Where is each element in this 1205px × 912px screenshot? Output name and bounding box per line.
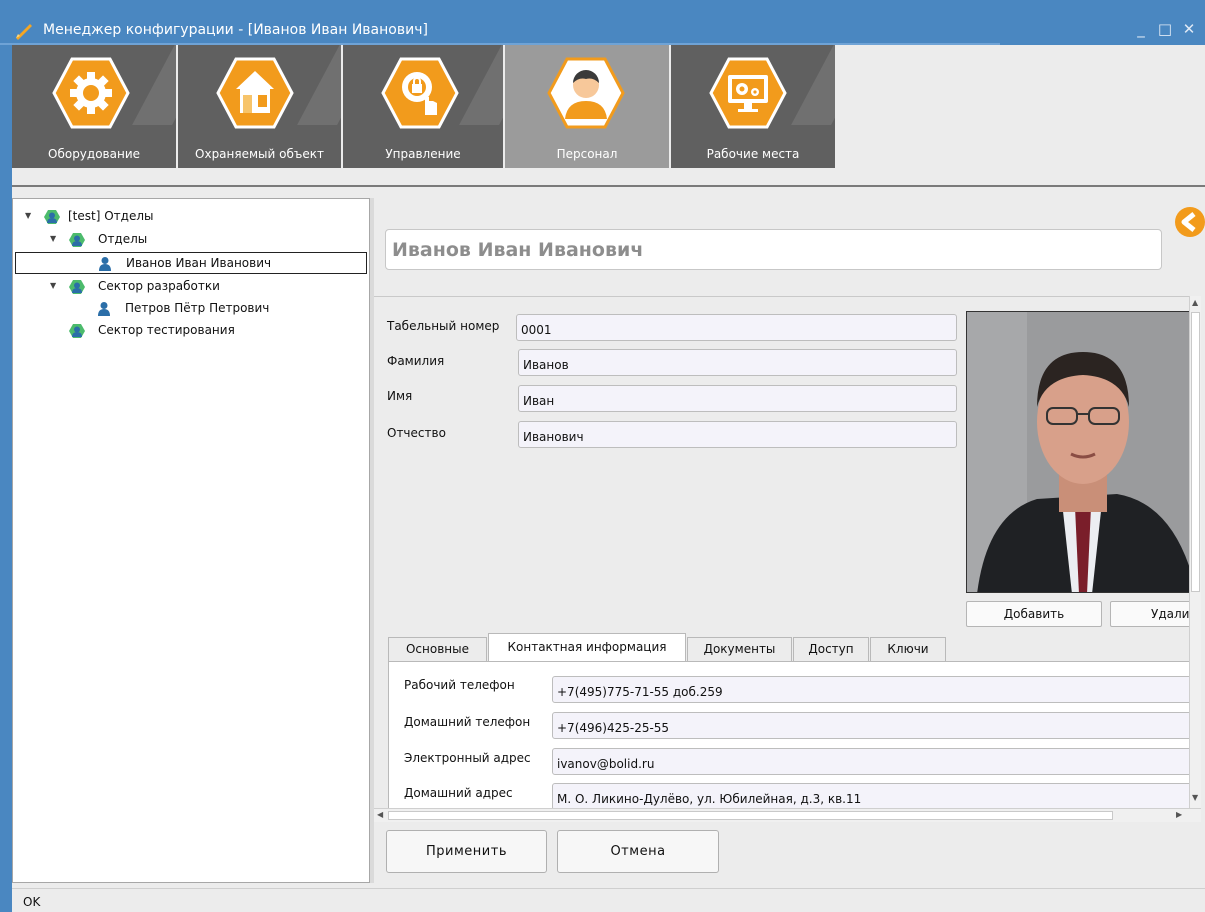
delete-photo-button[interactable]: Удали — [1110, 601, 1189, 627]
group-icon — [69, 280, 85, 294]
collapse-arrow-icon[interactable]: ▼ — [25, 205, 37, 227]
surname-label: Фамилия — [387, 354, 445, 368]
toolbar-management-label: Управление — [385, 147, 461, 161]
home-phone-label: Домашний телефон — [404, 715, 531, 729]
work-phone-label: Рабочий телефон — [404, 678, 515, 692]
tree-item-label: Сектор тестирования — [98, 323, 235, 337]
home-address-label: Домашний адрес — [404, 786, 513, 800]
home-address-input[interactable]: М. О. Ликино-Дулёво, ул. Юбилейная, д.3,… — [552, 783, 1189, 808]
employee-form: Табельный номер 0001 Фамилия Иванов Имя … — [374, 296, 1189, 808]
tab-access[interactable]: Доступ — [793, 637, 869, 661]
person-icon — [99, 257, 111, 271]
tab-number-label: Табельный номер — [387, 319, 500, 333]
scroll-right-arrow-icon[interactable]: ▶ — [1176, 810, 1182, 819]
toolbar-equipment-button[interactable]: Оборудование — [12, 45, 176, 168]
gear-icon — [52, 57, 130, 129]
email-label: Электронный адрес — [404, 751, 531, 765]
vertical-scroll-thumb[interactable] — [1191, 312, 1200, 592]
department-tree[interactable]: ▼ [test] Отделы ▼ Отделы Иванов Иван Ива… — [12, 198, 370, 883]
home-phone-input[interactable]: +7(496)425-25-55 — [552, 712, 1189, 739]
tree-item-ivanov[interactable]: Иванов Иван Иванович — [15, 252, 367, 274]
toolbar-management-button[interactable]: Управление — [343, 45, 503, 168]
email-input[interactable]: ivanov@bolid.ru — [552, 748, 1189, 775]
collapse-arrow-icon[interactable]: ▼ — [50, 275, 62, 297]
main-window: Менеджер конфигурации - [Иванов Иван Ива… — [0, 0, 1205, 912]
tab-keys[interactable]: Ключи — [870, 637, 946, 661]
house-icon — [216, 57, 294, 129]
tab-main[interactable]: Основные — [388, 637, 487, 661]
horizontal-scroll-thumb[interactable] — [388, 811, 1113, 820]
status-text: OK — [23, 895, 41, 909]
tab-number-input[interactable]: 0001 — [516, 314, 957, 341]
scroll-down-arrow-icon[interactable]: ▼ — [1192, 793, 1198, 802]
tree-item-label: Иванов Иван Иванович — [126, 256, 272, 270]
apply-button[interactable]: Применить — [386, 830, 547, 873]
first-name-label: Имя — [387, 389, 413, 403]
toolbar-equipment-label: Оборудование — [48, 147, 140, 161]
employee-name-header: Иванов Иван Иванович — [385, 229, 1162, 270]
tree-item-dev-sector[interactable]: ▼ Сектор разработки — [13, 275, 353, 297]
work-phone-input[interactable]: +7(495)775-71-55 доб.259 — [552, 676, 1189, 703]
first-name-input[interactable]: Иван — [518, 385, 957, 412]
status-bar: OK — [12, 888, 1205, 912]
title-bar: Менеджер конфигурации - [Иванов Иван Ива… — [0, 0, 1205, 45]
toolbar-workplaces-label: Рабочие места — [706, 147, 800, 161]
tree-item-petrov[interactable]: Петров Пётр Петрович — [13, 297, 353, 319]
toolbar-protected-object-label: Охраняемый объект — [195, 147, 324, 161]
person-icon — [547, 57, 625, 129]
tree-item-test-sector[interactable]: Сектор тестирования — [13, 319, 353, 341]
form-horizontal-scrollbar[interactable]: ◀ ▶ — [374, 808, 1201, 822]
monitor-gears-icon — [709, 57, 787, 129]
group-icon — [69, 324, 85, 338]
app-pen-icon — [16, 24, 32, 40]
portrait-image — [967, 312, 1189, 592]
back-arrow-icon[interactable] — [1174, 206, 1205, 238]
lock-gear-hand-icon — [381, 57, 459, 129]
group-icon — [44, 210, 60, 224]
tab-documents[interactable]: Документы — [687, 637, 792, 661]
details-tabbar: Основные Контактная информация Документы… — [388, 633, 1189, 662]
toolbar-separator — [12, 185, 1205, 187]
scroll-left-arrow-icon[interactable]: ◀ — [377, 810, 383, 819]
toolbar-personnel-label: Персонал — [556, 147, 618, 161]
surname-input[interactable]: Иванов — [518, 349, 957, 376]
tree-item-departments[interactable]: ▼ Отделы — [13, 228, 353, 250]
patronymic-label: Отчество — [387, 426, 446, 440]
window-title: Менеджер конфигурации - [Иванов Иван Ива… — [43, 22, 428, 38]
person-icon — [98, 302, 110, 316]
cancel-button[interactable]: Отмена — [557, 830, 719, 873]
tree-root-label: [test] Отделы — [68, 209, 154, 223]
main-toolbar: Оборудование Охраняемый объект Управлени… — [12, 45, 1205, 173]
form-vertical-scrollbar[interactable]: ▲ ▼ — [1189, 296, 1201, 808]
close-button[interactable]: ✕ — [1180, 20, 1198, 38]
window-left-edge — [0, 45, 12, 912]
tree-item-label: Сектор разработки — [98, 279, 220, 293]
tree-root-item[interactable]: ▼ [test] Отделы — [13, 205, 353, 227]
employee-photo — [966, 311, 1189, 593]
scroll-up-arrow-icon[interactable]: ▲ — [1192, 298, 1198, 307]
tree-item-label: Отделы — [98, 232, 148, 246]
contact-info-panel: Рабочий телефон +7(495)775-71-55 доб.259… — [388, 661, 1189, 808]
tab-contact-info[interactable]: Контактная информация — [488, 633, 686, 662]
patronymic-input[interactable]: Иванович — [518, 421, 957, 448]
tree-item-label: Петров Пётр Петрович — [125, 301, 270, 315]
add-photo-button[interactable]: Добавить — [966, 601, 1102, 627]
minimize-button[interactable]: _ — [1132, 20, 1150, 38]
toolbar-personnel-button[interactable]: Персонал — [505, 45, 669, 168]
toolbar-workplaces-button[interactable]: Рабочие места — [671, 45, 835, 168]
collapse-arrow-icon[interactable]: ▼ — [50, 228, 62, 250]
toolbar-protected-object-button[interactable]: Охраняемый объект — [178, 45, 341, 168]
group-icon — [69, 233, 85, 247]
maximize-button[interactable]: □ — [1156, 20, 1174, 38]
